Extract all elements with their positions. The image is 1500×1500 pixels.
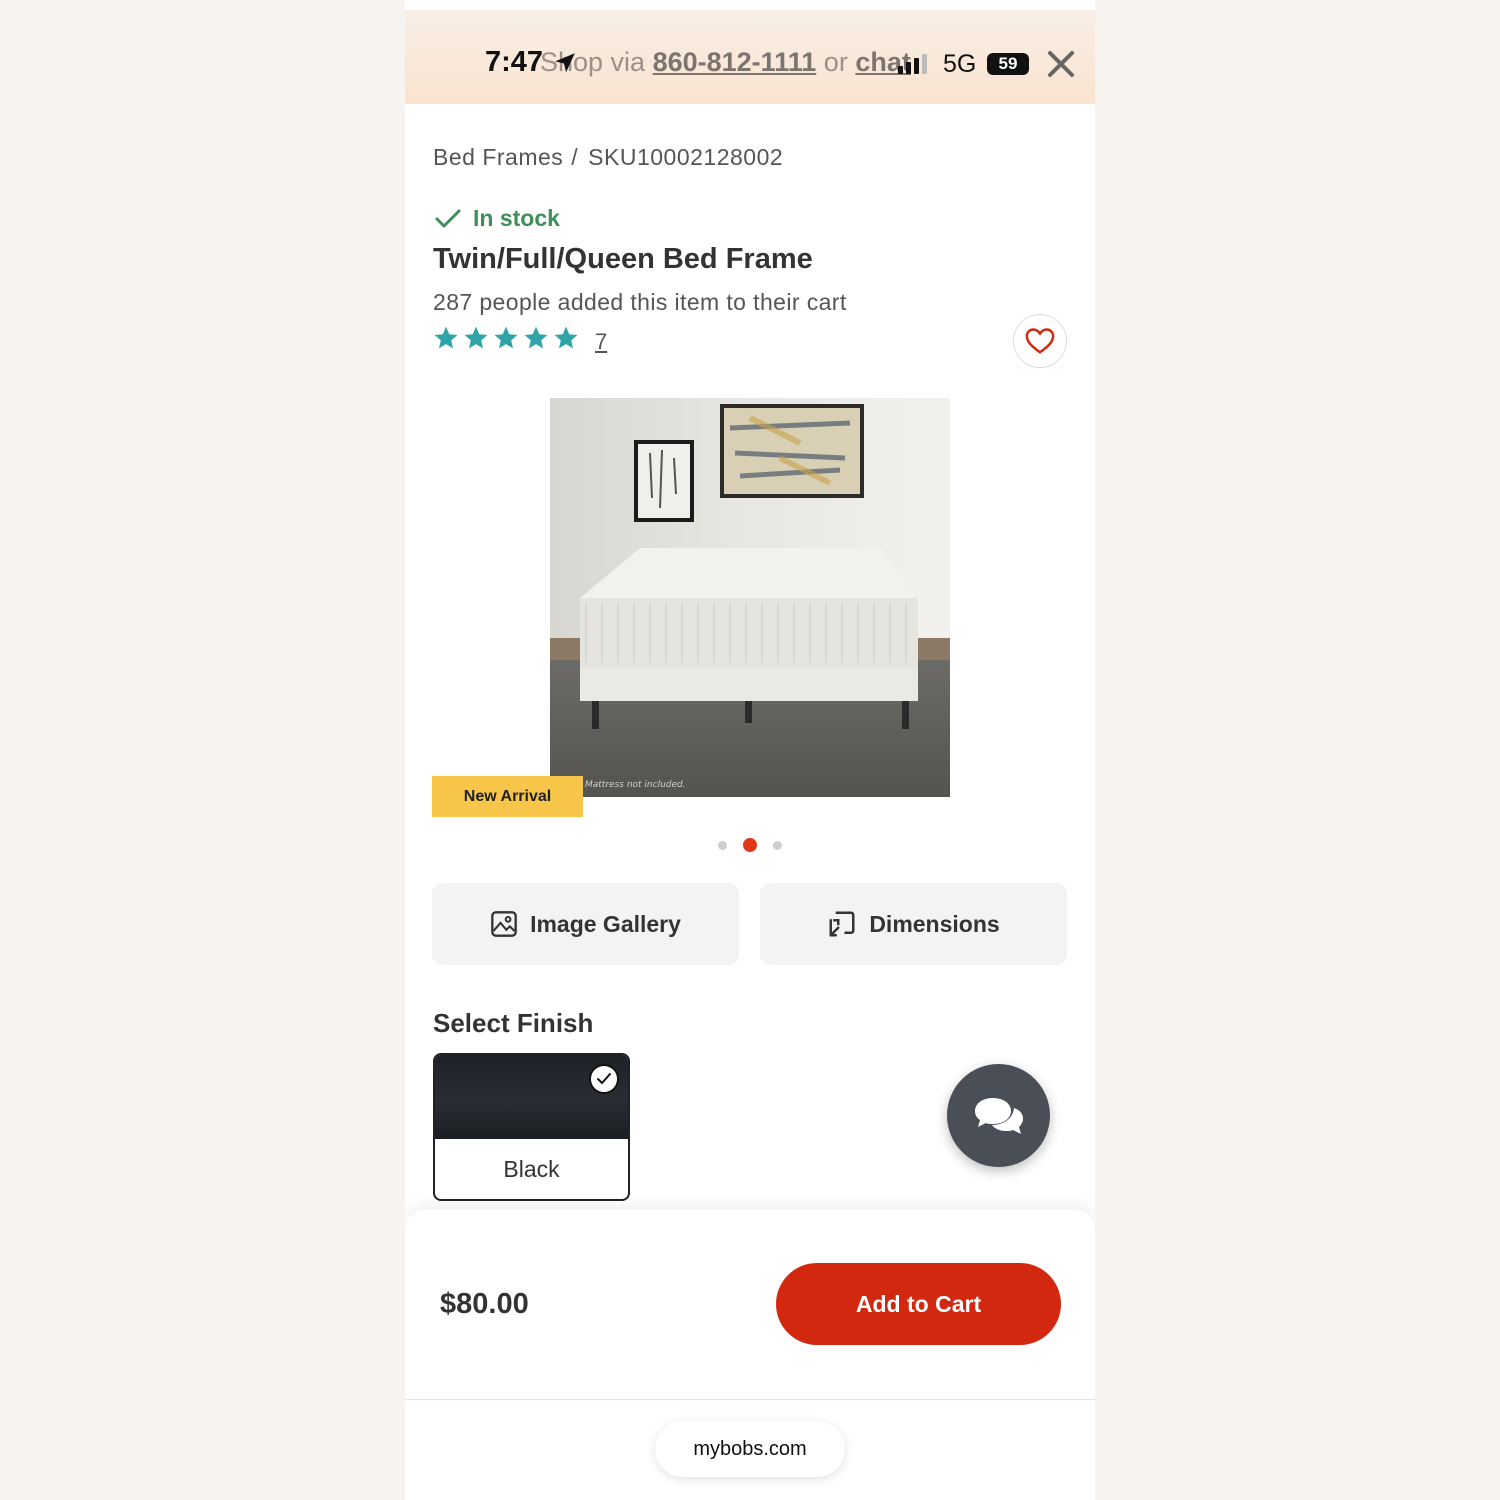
contact-banner-text: Shop via 860-812-1111 or chat	[540, 47, 911, 78]
top-strip	[405, 0, 1095, 10]
stock-status-label: In stock	[473, 205, 560, 231]
breadcrumb: Bed Frames / SKU10002128002	[433, 144, 783, 171]
breadcrumb-separator: /	[571, 144, 579, 170]
carousel-dots[interactable]	[718, 838, 782, 852]
location-arrow-icon	[555, 53, 575, 73]
purchase-bar: $80.00 Add to Cart	[405, 1210, 1095, 1400]
product-image[interactable]: Mattress not included.	[550, 398, 950, 797]
checkmark-icon	[435, 209, 461, 227]
product-title: Twin/Full/Queen Bed Frame	[433, 243, 813, 275]
chat-icon	[974, 1097, 1023, 1134]
signal-icon	[898, 54, 927, 74]
breadcrumb-category[interactable]: Bed Frames	[433, 144, 563, 170]
finish-option-label: Black	[503, 1156, 560, 1182]
battery-indicator: 59	[987, 53, 1029, 75]
carousel-dot[interactable]	[773, 840, 782, 850]
finish-swatch-color	[435, 1055, 628, 1139]
close-icon[interactable]	[1045, 48, 1077, 80]
finish-option-black[interactable]: Black	[433, 1053, 630, 1201]
phone-link[interactable]: 860-812-1111	[653, 47, 817, 77]
star-icon	[554, 326, 578, 349]
dimensions-label: Dimensions	[869, 910, 1000, 937]
cart-count-text: 287 people added this item to their cart	[433, 289, 847, 315]
star-icon	[464, 326, 488, 349]
carousel-dot[interactable]	[718, 840, 727, 850]
dimensions-icon	[829, 911, 855, 937]
banner-text-middle: or	[823, 47, 848, 77]
image-gallery-label: Image Gallery	[530, 910, 681, 937]
image-caption: Mattress not included.	[585, 780, 686, 790]
network-type: 5G	[943, 50, 977, 78]
add-to-cart-button[interactable]: Add to Cart	[776, 1263, 1061, 1345]
star-icon	[524, 326, 548, 349]
stock-status: In stock	[435, 205, 560, 232]
browser-url-bar[interactable]: mybobs.com	[655, 1421, 845, 1477]
star-rating[interactable]	[433, 325, 579, 351]
review-count-link[interactable]: 7	[595, 329, 607, 355]
select-finish-heading: Select Finish	[433, 1008, 594, 1038]
heart-icon	[1025, 328, 1055, 354]
image-gallery-button[interactable]: Image Gallery	[432, 883, 739, 965]
bed-frame-photo: Mattress not included.	[550, 398, 950, 797]
breadcrumb-sku: SKU10002128002	[588, 144, 784, 170]
price: $80.00	[440, 1288, 529, 1320]
product-page: Shop via 860-812-1111 or chat 7:47 5G 59…	[405, 0, 1095, 1500]
contact-banner: Shop via 860-812-1111 or chat 7:47 5G 59	[405, 8, 1095, 104]
chat-button[interactable]	[947, 1064, 1050, 1167]
status-time: 7:47	[485, 46, 544, 78]
favorite-button[interactable]	[1013, 314, 1067, 368]
image-icon	[491, 911, 517, 937]
star-icon	[434, 326, 458, 349]
dimensions-button[interactable]: Dimensions	[760, 883, 1067, 965]
selected-check-icon	[589, 1064, 619, 1094]
carousel-dot-active[interactable]	[743, 838, 757, 852]
new-arrival-badge: New Arrival	[432, 776, 583, 817]
star-icon	[494, 326, 518, 349]
